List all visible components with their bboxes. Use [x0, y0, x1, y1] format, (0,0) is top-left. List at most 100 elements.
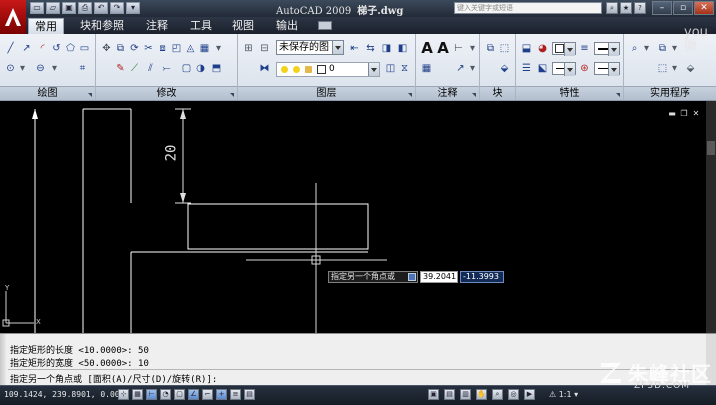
arc-icon[interactable]: ◜	[36, 42, 49, 55]
save-icon[interactable]: ▣	[62, 2, 76, 14]
trim-icon[interactable]: ✂	[142, 42, 155, 55]
layer-isolate-icon[interactable]: ◨	[380, 42, 393, 55]
star-icon[interactable]: ★	[620, 2, 632, 14]
tab-view[interactable]: 视图	[232, 18, 254, 34]
minimize-button[interactable]: –	[652, 1, 672, 15]
lineweight-display-icon[interactable]: ≡	[230, 389, 241, 400]
select-similar-icon[interactable]: ⬙	[684, 62, 697, 75]
ellipse-icon[interactable]: ⊖	[34, 62, 47, 75]
line-icon[interactable]: ╱	[4, 42, 17, 55]
dynamic-ucs-icon[interactable]: ⌐	[202, 389, 213, 400]
restore-button[interactable]: ▫	[673, 1, 693, 15]
ortho-mode-icon[interactable]: ⊢	[146, 389, 157, 400]
text-icon[interactable]: A	[420, 40, 434, 56]
help-icon[interactable]: ?	[634, 2, 646, 14]
circle-dropdown-icon[interactable]: ▾	[16, 62, 29, 75]
color-icon[interactable]: ◕	[536, 42, 549, 55]
quick-select-dropdown-icon[interactable]: ▾	[668, 62, 681, 75]
layer-unisolate-icon[interactable]: ◧	[396, 42, 409, 55]
viewport-close-icon[interactable]: ✕	[692, 110, 700, 118]
plot-style-combo[interactable]	[594, 62, 620, 76]
snap-mode-icon[interactable]: ⊹	[118, 389, 129, 400]
layer-states-icon[interactable]: ⊟	[258, 42, 271, 55]
new-file-icon[interactable]: ▭	[30, 2, 44, 14]
viewport-restore-icon[interactable]: ❐	[680, 110, 688, 118]
break-icon[interactable]: ◑	[194, 62, 207, 75]
showmotion-icon[interactable]: ▶	[524, 389, 535, 400]
polar-tracking-icon[interactable]: ◔	[160, 389, 171, 400]
array-icon[interactable]: ▦	[198, 42, 211, 55]
object-snap-icon[interactable]: ▢	[174, 389, 185, 400]
table-icon[interactable]: ▦	[420, 62, 433, 75]
model-space-icon[interactable]: ▣	[428, 389, 439, 400]
layer-freeze-icon[interactable]	[293, 66, 300, 73]
object-snap-tracking-icon[interactable]: ∠	[188, 389, 199, 400]
match-properties-icon[interactable]: ⬓	[520, 42, 533, 55]
annotation-scale[interactable]: ⚠ 1:1 ▾	[549, 390, 578, 399]
scrollbar-thumb[interactable]	[707, 141, 715, 155]
command-line-grip[interactable]	[0, 334, 6, 385]
layer-dropdown-icon[interactable]: ▾	[212, 42, 225, 55]
layer-on-icon[interactable]	[281, 66, 288, 73]
offset-icon[interactable]: ⫽	[144, 62, 157, 75]
viewport-minimize-icon[interactable]: ▬	[668, 110, 676, 118]
panel-title-draw[interactable]: 绘图	[0, 86, 95, 100]
draw-panel-expand-icon[interactable]	[88, 93, 92, 97]
panel-title-utilities[interactable]: 实用程序	[624, 86, 716, 100]
move-icon[interactable]: ✥	[100, 42, 113, 55]
insert-block-icon[interactable]: ⧉	[484, 42, 497, 55]
tab-annotate[interactable]: 注释	[146, 18, 168, 34]
open-file-icon[interactable]: ▱	[46, 2, 60, 14]
properties-panel-expand-icon[interactable]	[616, 93, 620, 97]
copy-icon[interactable]: ⧉	[114, 42, 127, 55]
current-layer-combo[interactable]: 0	[276, 62, 380, 77]
extend-icon[interactable]: ⤚	[160, 62, 173, 75]
layer-lock-icon[interactable]	[305, 66, 312, 73]
rotate-icon[interactable]: ⟳	[128, 42, 141, 55]
layer-previous-icon[interactable]: ⇤	[348, 42, 361, 55]
make-current-icon[interactable]: ⧖	[398, 62, 411, 75]
tab-tools[interactable]: 工具	[190, 18, 212, 34]
dynamic-input-y[interactable]: -11.3993	[460, 271, 504, 283]
quick-view-layouts-icon[interactable]: ▥	[460, 389, 471, 400]
ribbon-minimize-icon[interactable]	[318, 21, 332, 30]
dynamic-options-icon[interactable]	[408, 273, 416, 281]
annotation-panel-expand-icon[interactable]	[472, 93, 476, 97]
layer-properties-icon[interactable]: ⊞	[242, 42, 255, 55]
application-menu-button[interactable]	[0, 0, 26, 34]
qat-dropdown-icon[interactable]: ▾	[126, 2, 140, 14]
leader-dropdown-icon[interactable]: ▾	[466, 62, 479, 75]
quick-properties-icon[interactable]: ▤	[244, 389, 255, 400]
layer-walk-icon[interactable]: ⧓	[258, 62, 271, 75]
linetype-combo[interactable]	[552, 62, 576, 76]
mirror-icon[interactable]: ◬	[184, 42, 197, 55]
panel-title-modify[interactable]: 修改	[96, 86, 237, 100]
erase-icon[interactable]: ✎	[114, 62, 127, 75]
scale-icon[interactable]: ⧈	[156, 42, 169, 55]
edit-block-icon[interactable]: ⬙	[498, 62, 511, 75]
tab-blocks-references[interactable]: 块和参照	[80, 18, 124, 34]
current-layer-dropdown-icon[interactable]	[368, 63, 379, 76]
drawing-vertical-scrollbar[interactable]	[706, 101, 716, 333]
color-combo[interactable]	[552, 42, 576, 56]
fillet-icon[interactable]: ◰	[170, 42, 183, 55]
drawing-canvas[interactable]: 20 Y X	[0, 101, 706, 333]
cursor-coordinates[interactable]: 109.1424, 239.8901, 0.0000	[4, 389, 129, 401]
stretch-icon[interactable]: ⟋	[128, 62, 141, 75]
dynamic-input-icon[interactable]: +	[216, 389, 227, 400]
lineweight-combo[interactable]	[594, 42, 620, 56]
dynamic-input-x[interactable]: 39.2041	[420, 271, 458, 283]
linetype-icon[interactable]: ⬕	[536, 62, 549, 75]
zoom-realtime-icon[interactable]: ⌕	[492, 389, 503, 400]
panel-title-annotation[interactable]: 注释	[416, 86, 479, 100]
close-button[interactable]: ✕	[694, 1, 714, 15]
linetype-dropdown-icon[interactable]	[564, 63, 575, 76]
layer-match-icon[interactable]: ⇆	[364, 42, 377, 55]
rectangle-icon[interactable]: ▭	[78, 42, 91, 55]
hatch-icon[interactable]: ⌗	[76, 62, 89, 75]
redo-icon[interactable]: ↷	[110, 2, 124, 14]
multiline-text-icon[interactable]: A	[436, 40, 450, 56]
list-icon[interactable]: ☰	[520, 62, 533, 75]
modify-panel-expand-icon[interactable]	[230, 93, 234, 97]
print-icon[interactable]: ⎙	[78, 2, 92, 14]
